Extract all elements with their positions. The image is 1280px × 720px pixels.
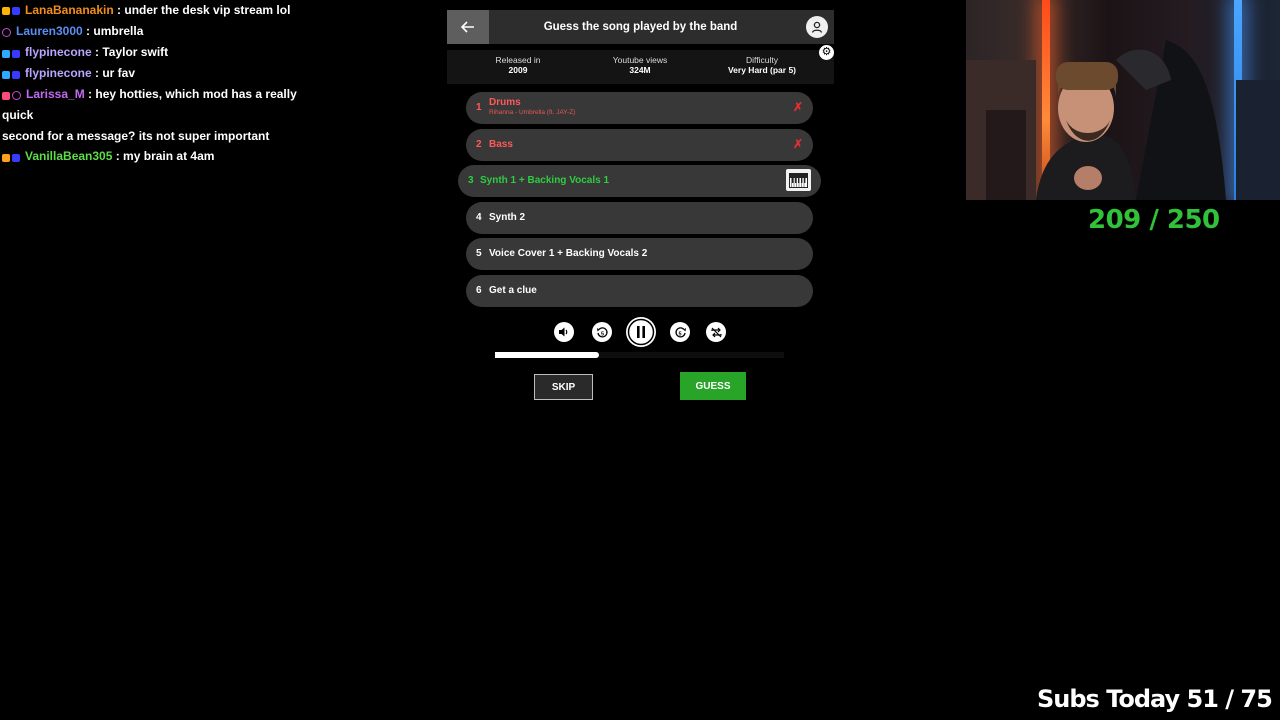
volume-icon [559,327,568,337]
chat-text: : under the desk vip stream lol [113,3,291,17]
track-list: 1 Drums Rihanna - Umbrella (ft. JAY-Z) ✗… [458,92,821,311]
volume-button[interactable] [554,322,574,342]
streamer-image [966,40,1280,200]
track-item-1[interactable]: 1 Drums Rihanna - Umbrella (ft. JAY-Z) ✗ [466,92,813,124]
guess-button[interactable]: GUESS [680,372,746,400]
badge-icon [12,7,20,16]
track-number: 6 [476,284,482,296]
user-badges [2,1,22,22]
forward-5-button[interactable]: 5 [670,322,690,342]
chat-text-continued: second for a message? its not super impo… [2,128,270,143]
user-icon [811,21,823,33]
svg-text:5: 5 [678,331,681,337]
track-item-5[interactable]: 5 Voice Cover 1 + Backing Vocals 2 [466,238,813,270]
wrong-mark-icon: ✗ [792,100,803,114]
piano-icon [786,169,811,191]
user-badges [2,43,22,64]
track-label: Get a clue [489,284,537,296]
chat-message: Larissa_M : hey hotties, which mod has a… [2,84,322,146]
chat-message: VanillaBean305 : my brain at 4am [2,146,322,167]
chat-username: VanillaBean305 [25,149,113,164]
song-info-bar: Released in 2009 Youtube views 324M Diff… [447,45,834,84]
chat-message: flypinecone : ur fav [2,63,322,84]
game-title: Guess the song played by the band [543,21,738,33]
chat-username: flypinecone [25,66,92,81]
chat-text: : umbrella [82,24,144,39]
chat-username: Lauren3000 [16,24,83,39]
gear-icon: ⚙ [821,46,832,58]
badge-icon [2,49,10,58]
chat-overlay: LanaBananakin : under the desk vip strea… [2,0,322,167]
user-badges [2,22,13,43]
badge-icon [2,7,10,16]
game-header: Guess the song played by the band [447,10,834,44]
chat-username: Larissa_M [26,87,85,102]
wrong-mark-icon: ✗ [792,136,803,151]
chat-username: LanaBananakin [25,3,114,17]
chat-text: : Taylor swift [91,45,169,60]
badge-icon [12,153,20,162]
chat-username: flypinecone [25,45,92,60]
chat-message: Lauren3000 : umbrella [2,21,322,42]
track-number: 1 [476,102,482,113]
difficulty-info: Difficulty Very Hard (par 5) [715,55,809,75]
track-item-2[interactable]: 2 Bass ✗ [466,128,813,161]
profile-button[interactable] [806,16,828,38]
track-label: Voice Cover 1 + Backing Vocals 2 [489,248,648,259]
difficulty-value: Very Hard (par 5) [727,65,797,75]
subs-today-counter: Subs Today 51 / 75 [1037,685,1273,713]
views-label: Youtube views [612,55,668,65]
svg-text:5: 5 [601,331,604,337]
webcam-feed [966,0,1280,200]
track-label: Synth 2 [489,211,526,223]
difficulty-label: Difficulty [746,55,778,65]
repeat-off-icon [710,327,722,337]
score-counter: 209 / 250 [1088,205,1220,235]
track-number: 2 [476,138,482,150]
track-label: Bass [489,138,513,150]
views-info: Youtube views 324M [602,55,678,75]
track-number: 5 [476,248,482,259]
badge-icon [12,70,20,79]
pause-button[interactable] [626,317,656,347]
pause-icon [627,318,655,346]
badge-icon [2,27,11,37]
released-value: 2009 [508,65,528,75]
badge-icon [2,70,10,79]
forward-5-icon: 5 [674,326,686,337]
track-label: Drums [489,97,521,108]
playback-controls: 5 5 [554,317,729,347]
user-badges [2,147,22,168]
badge-icon [2,91,10,100]
skip-button[interactable]: SKIP [534,374,593,400]
badge-icon [12,91,21,101]
track-label: Synth 1 + Backing Vocals 1 [480,175,610,186]
track-answer: Rihanna - Umbrella (ft. JAY-Z) [489,109,576,116]
playback-progress-bar[interactable] [495,352,784,358]
views-value: 324M [629,65,651,75]
user-badges [2,85,23,106]
track-item-6[interactable]: 6 Get a clue [466,274,813,307]
loop-toggle-button[interactable] [706,322,726,342]
track-number: 4 [476,211,482,223]
chat-text: : ur fav [91,66,136,81]
rewind-5-button[interactable]: 5 [592,322,612,342]
chat-message: LanaBananakin : under the desk vip strea… [2,0,322,21]
track-item-4[interactable]: 4 Synth 2 [466,201,813,234]
user-badges [2,64,22,85]
badge-icon [2,153,10,162]
released-label: Released in [495,55,541,65]
released-info: Released in 2009 [485,55,551,75]
chat-text: : my brain at 4am [112,149,215,164]
chat-message: flypinecone : Taylor swift [2,42,322,63]
settings-button[interactable]: ⚙ [819,45,834,60]
rewind-5-icon: 5 [596,326,608,337]
game-panel: Guess the song played by the band Releas… [447,10,834,400]
badge-icon [12,49,20,58]
track-number: 3 [468,175,474,186]
playback-progress-fill [495,352,600,358]
track-item-3[interactable]: 3 Synth 1 + Backing Vocals 1 [458,165,821,197]
